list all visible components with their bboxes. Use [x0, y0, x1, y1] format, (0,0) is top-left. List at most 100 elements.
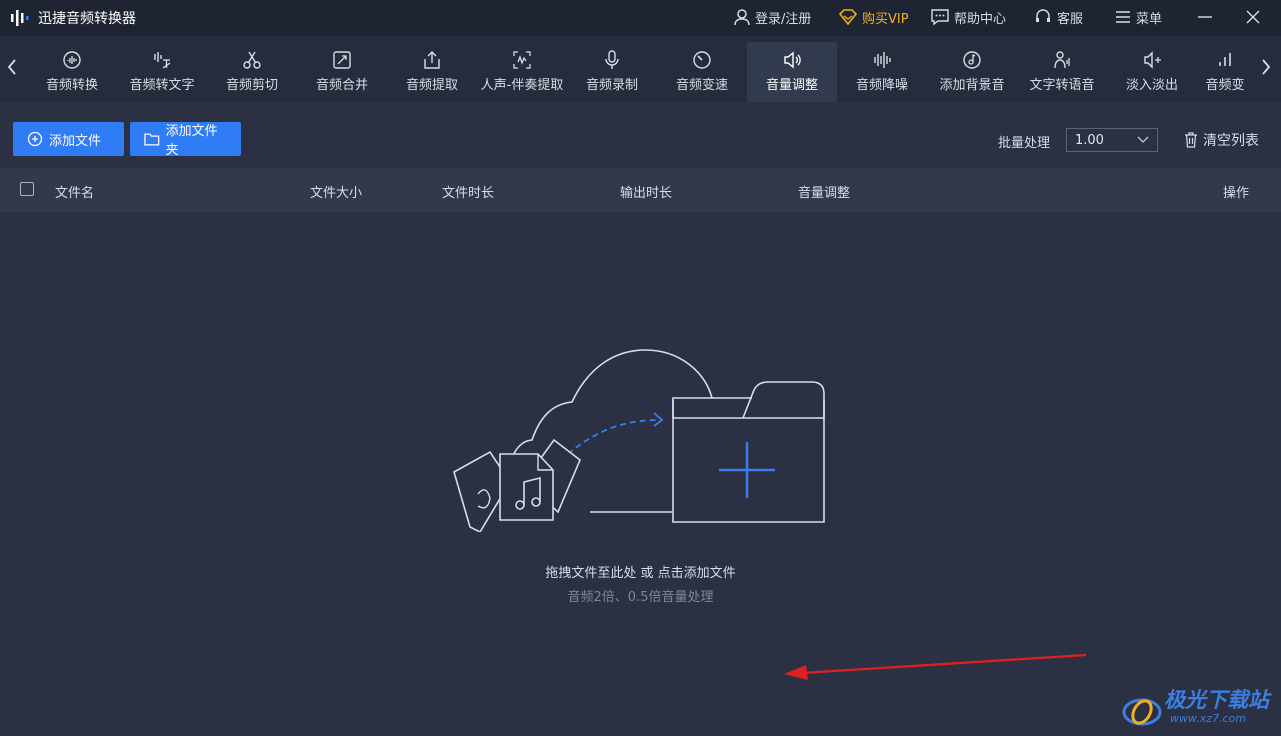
chat-icon: [931, 9, 949, 26]
tool-label: 文字转语音: [1029, 78, 1095, 93]
tool-audio-record[interactable]: 音频录制: [567, 42, 657, 102]
tool-audio-cut[interactable]: 音频剪切: [207, 42, 297, 102]
help-center-button[interactable]: 帮助中心: [930, 6, 1006, 28]
column-output-duration: 输出时长: [620, 186, 673, 201]
tool-background-music[interactable]: 添加背景音: [927, 42, 1017, 102]
watermark-url: www.xz7.com: [1170, 712, 1247, 725]
tool-noise-reduction[interactable]: 音频降噪: [837, 42, 927, 102]
column-file-duration: 文件时长: [442, 186, 495, 201]
help-center-label: 帮助中心: [954, 11, 1007, 27]
drop-sub-hint: 音频2倍、0.5倍音量处理: [567, 590, 714, 605]
tool-audio-extract[interactable]: 音频提取: [387, 42, 477, 102]
action-bar: 添加文件 添加文件夹 批量处理 1.00 清空列表: [0, 102, 1281, 168]
tool-fade[interactable]: 淡入淡出: [1107, 42, 1197, 102]
batch-process-select[interactable]: 1.00: [1066, 128, 1158, 152]
audio-to-text-icon: [154, 52, 171, 69]
add-folder-label: 添加文件夹: [165, 124, 218, 158]
background-music-icon: [963, 51, 981, 69]
tool-more[interactable]: 音频变: [1197, 42, 1253, 102]
tool-audio-merge[interactable]: 音频合并: [297, 42, 387, 102]
microphone-icon: [605, 50, 619, 69]
tool-audio-to-text[interactable]: 音频转文字: [117, 42, 207, 102]
batch-process-label: 批量处理: [998, 136, 1051, 151]
site-watermark: 极光下载站 www.xz7.com: [1120, 682, 1280, 736]
tool-label: 音量调整: [765, 78, 818, 93]
watermark-logo-icon: [1122, 698, 1162, 726]
vip-label: 购买VIP: [862, 11, 909, 27]
tool-label: 音频转文字: [129, 78, 195, 93]
add-file-button[interactable]: 添加文件: [13, 122, 124, 156]
scissors-icon: [243, 51, 261, 69]
title-bar: 迅捷音频转换器 登录/注册 购买VIP 帮助中心 客服 菜单: [0, 0, 1281, 36]
column-file-size: 文件大小: [310, 186, 363, 201]
menu-button[interactable]: 菜单: [1114, 6, 1162, 28]
chevron-right-icon: [1262, 59, 1271, 75]
tool-vocal-extract[interactable]: 人声-伴奏提取: [477, 42, 567, 102]
file-drop-zone[interactable]: 拖拽文件至此处 或 点击添加文件 音频2倍、0.5倍音量处理: [0, 212, 1281, 736]
column-file-name: 文件名: [55, 186, 95, 201]
minimize-button[interactable]: [1193, 6, 1217, 28]
close-button[interactable]: [1241, 6, 1265, 28]
tool-label: 音频提取: [405, 78, 458, 93]
scroll-right-button[interactable]: [1256, 52, 1276, 82]
chevron-left-icon: [7, 59, 16, 75]
extract-icon: [424, 51, 440, 69]
clear-list-label: 清空列表: [1203, 133, 1259, 149]
login-label: 登录/注册: [755, 11, 812, 27]
minimize-icon: [1198, 16, 1212, 18]
customer-service-button[interactable]: 客服: [1033, 6, 1083, 28]
volume-icon: [784, 51, 801, 69]
tool-bar: 音频转换 音频转文字 音频剪切 音频合并 音频提取 人声-伴奏提取 音频录制 音…: [0, 36, 1281, 102]
tool-audio-convert[interactable]: 音频转换: [27, 42, 117, 102]
vocal-extract-icon: [513, 51, 531, 69]
tool-label: 音频变: [1205, 78, 1245, 93]
fade-icon: [1144, 51, 1161, 69]
login-button[interactable]: 登录/注册: [733, 6, 811, 28]
tool-label: 音频合并: [315, 78, 368, 93]
trash-icon: [1185, 132, 1197, 148]
customer-service-label: 客服: [1057, 11, 1084, 27]
select-all-checkbox[interactable]: [20, 182, 34, 196]
scroll-left-button[interactable]: [2, 52, 22, 82]
tool-label: 音频录制: [585, 78, 638, 93]
more-icon: [1219, 53, 1231, 66]
headset-icon: [1036, 9, 1050, 22]
merge-icon: [333, 51, 351, 69]
user-icon: [734, 9, 750, 26]
menu-label: 菜单: [1136, 11, 1163, 27]
close-icon: [1246, 10, 1260, 24]
hamburger-icon: [1116, 11, 1130, 23]
diamond-icon: [838, 9, 858, 26]
column-operation: 操作: [1223, 186, 1250, 201]
tool-label: 音频剪切: [225, 78, 278, 93]
text-to-speech-icon: [1054, 51, 1070, 69]
annotation-arrow-icon: [784, 653, 1087, 680]
tool-audio-speed[interactable]: 音频变速: [657, 42, 747, 102]
drop-hint: 拖拽文件至此处 或 点击添加文件: [545, 566, 736, 581]
watermark-title: 极光下载站: [1164, 688, 1269, 712]
tool-label: 添加背景音: [939, 78, 1005, 93]
tool-label: 音频变速: [675, 78, 728, 93]
tool-label: 人声-伴奏提取: [480, 78, 564, 93]
batch-process-value: 1.00: [1075, 132, 1104, 148]
folder-icon: [144, 133, 160, 146]
clear-list-button[interactable]: 清空列表: [1184, 130, 1259, 150]
audio-convert-icon: [63, 51, 81, 69]
tool-volume-adjust[interactable]: 音量调整: [747, 42, 837, 102]
app-logo-icon: [11, 10, 29, 26]
vip-button[interactable]: 购买VIP: [838, 6, 909, 28]
add-file-label: 添加文件: [49, 133, 102, 149]
plus-circle-icon: [27, 131, 43, 147]
tool-label: 淡入淡出: [1125, 78, 1178, 93]
tool-text-to-speech[interactable]: 文字转语音: [1017, 42, 1107, 102]
tool-label: 音频转换: [45, 78, 98, 93]
chevron-down-icon: [1137, 136, 1149, 143]
file-table-header: 文件名 文件大小 文件时长 输出时长 音量调整 操作: [0, 168, 1281, 212]
noise-reduction-icon: [874, 52, 891, 68]
add-folder-button[interactable]: 添加文件夹: [130, 122, 241, 158]
upload-illustration-icon: [453, 349, 825, 532]
app-title: 迅捷音频转换器: [38, 11, 136, 27]
tool-label: 音频降噪: [855, 78, 908, 93]
column-volume-adjust: 音量调整: [798, 186, 851, 201]
speed-icon: [693, 51, 711, 69]
